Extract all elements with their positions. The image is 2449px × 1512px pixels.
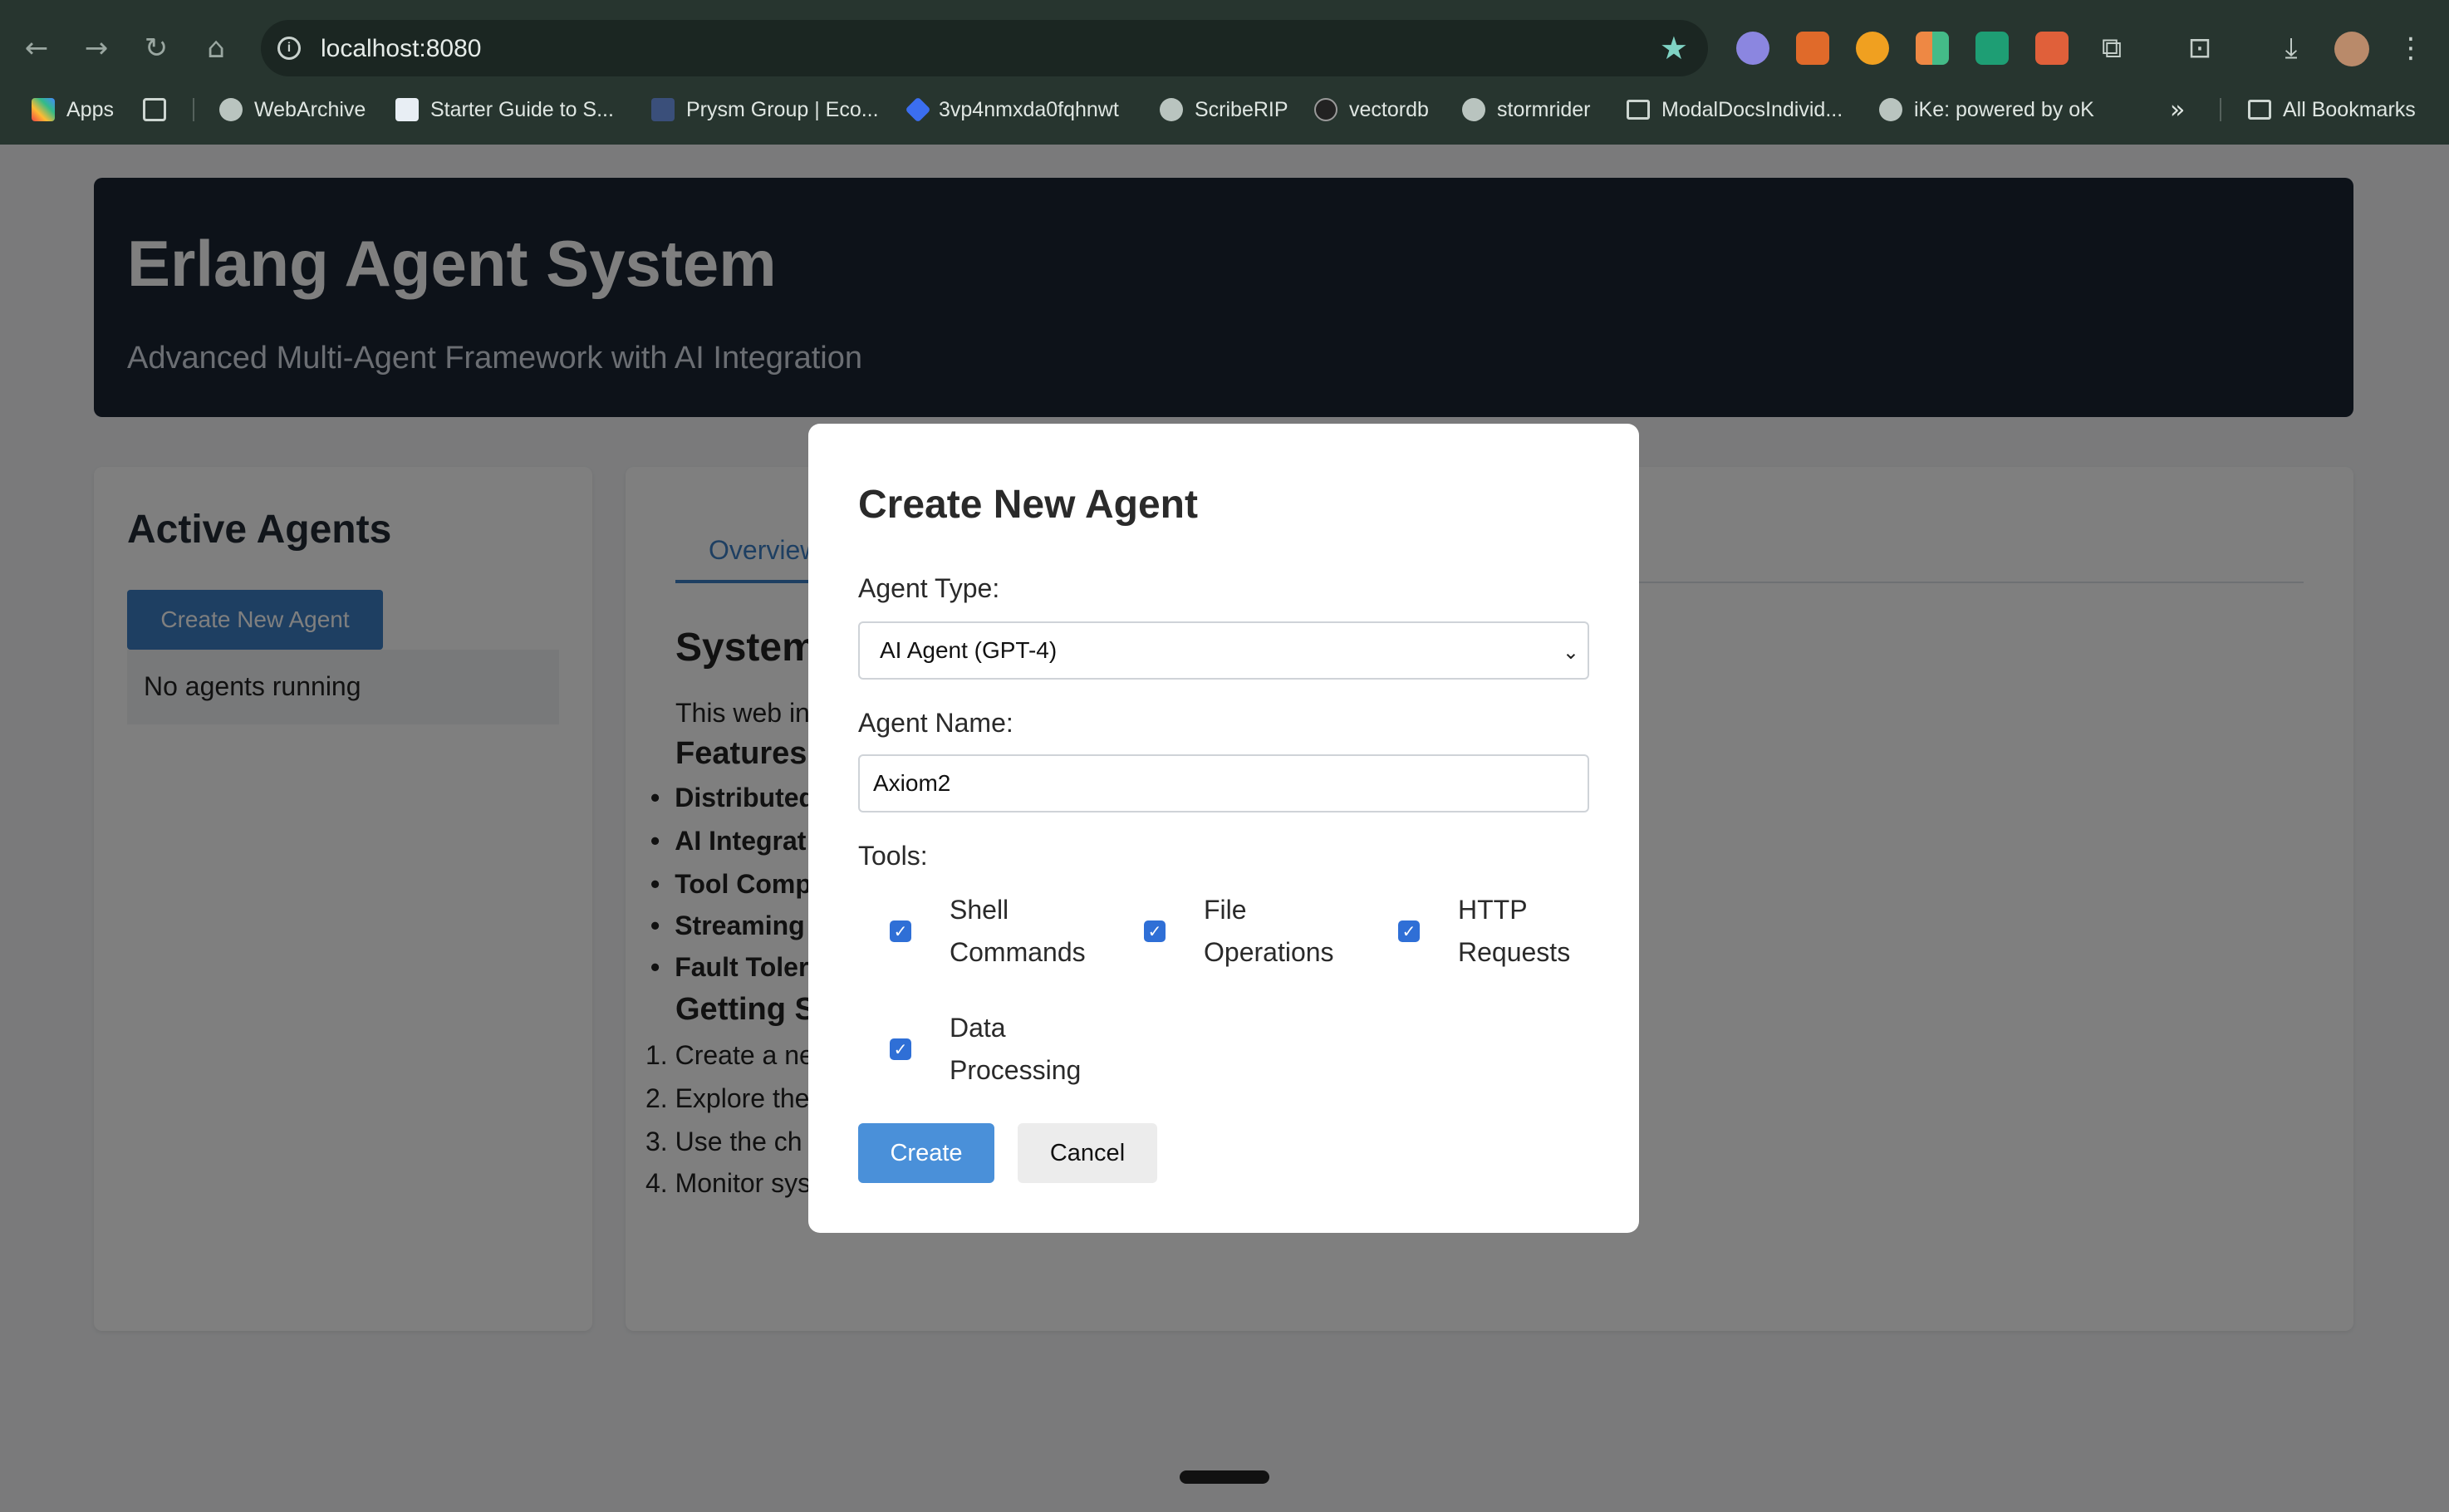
cancel-button[interactable]: Cancel [1018,1123,1157,1183]
tools-label: Tools: [858,841,928,871]
apps-grid-icon [32,98,55,121]
window-resize-handle[interactable] [1180,1470,1269,1484]
bookmark-modaldocs[interactable]: ModalDocsIndivid... [1627,95,1843,125]
bookmark-webarchive[interactable]: WebArchive [219,95,366,125]
more-bookmarks-icon[interactable]: » [2170,95,2185,125]
reload-icon[interactable]: ↻ [138,30,174,66]
bookmark-prysm-group[interactable]: Prysm Group | Eco... [651,95,879,125]
extension-ghost-icon[interactable] [1736,32,1769,65]
tab-search-icon[interactable]: ⊡ [2182,30,2218,66]
bookmark-star-icon[interactable]: ★ [1660,30,1688,66]
browser-chrome: ← → ↻ ⌂ i localhost:8080 ★ ⧉ ⊡ ⤓ ⋮ Apps [0,0,2449,145]
page-icon [395,98,419,121]
checkbox-checked-icon[interactable]: ✓ [1398,920,1420,942]
site-info-icon[interactable]: i [277,37,301,60]
forward-icon[interactable]: → [78,30,115,66]
create-button[interactable]: Create [858,1123,994,1183]
chevron-down-icon: ⌄ [1562,641,1579,664]
extension-chat-icon[interactable] [1975,32,2009,65]
folder-icon [2248,100,2271,120]
globe-icon [1160,98,1183,121]
tool-http-requests[interactable]: ✓ HTTP Requests [1398,889,1583,974]
bookmark-starter-guide[interactable]: Starter Guide to S... [395,95,614,125]
tab-groups-icon[interactable] [143,95,166,125]
address-bar[interactable]: i localhost:8080 ★ [261,20,1708,76]
checkbox-checked-icon[interactable]: ✓ [890,1038,911,1060]
diamond-icon [905,96,931,123]
bookmark-apps[interactable]: Apps [32,95,114,125]
browser-toolbar: ← → ↻ ⌂ i localhost:8080 ★ ⧉ ⊡ ⤓ ⋮ [0,18,2449,78]
menu-kebab-icon[interactable]: ⋮ [2393,30,2429,66]
checkbox-checked-icon[interactable]: ✓ [1144,920,1166,942]
agent-type-select[interactable]: AI Agent (GPT-4) ⌄ [858,621,1589,680]
tool-label: Data Processing [950,1013,1082,1085]
bookmark-stormrider[interactable]: stormrider [1462,95,1591,125]
agent-type-label: Agent Type: [858,573,1000,603]
tool-label: File Operations [1204,895,1334,967]
home-icon[interactable]: ⌂ [198,30,234,66]
agent-name-label: Agent Name: [858,708,1013,738]
globe-icon [219,98,243,121]
bookmark-all-bookmarks[interactable]: All Bookmarks [2248,95,2416,125]
bookmark-scriberip[interactable]: ScribeRIP [1160,95,1288,125]
bookmark-3vp4[interactable]: 3vp4nmxda0fqhnwt [905,95,1119,125]
checkbox-checked-icon[interactable]: ✓ [890,920,911,942]
url-text[interactable]: localhost:8080 [321,35,481,63]
profile-avatar[interactable] [2334,32,2369,66]
agent-type-value: AI Agent (GPT-4) [880,637,1058,663]
tool-label: Shell Commands [950,895,1086,967]
extension-fox-icon[interactable] [1796,32,1829,65]
agent-name-input[interactable] [858,754,1589,812]
globe-icon [1879,98,1902,121]
tool-data-processing[interactable]: ✓ Data Processing [890,1007,1107,1092]
bookmark-ike[interactable]: iKe: powered by oK [1879,95,2094,125]
back-icon[interactable]: ← [18,30,55,66]
tool-label: HTTP Requests [1458,895,1571,967]
download-icon[interactable]: ⤓ [2273,30,2309,66]
folder-icon [1627,100,1650,120]
extension-grid-icon[interactable] [1916,32,1949,65]
modal-title: Create New Agent [858,483,1198,527]
cube-icon [651,98,675,121]
extension-bolt-icon[interactable] [2035,32,2069,65]
bookmark-divider [193,98,194,121]
bookmark-vectordb[interactable]: vectordb [1314,95,1429,125]
create-agent-modal: Create New Agent Agent Type: AI Agent (G… [808,424,1639,1233]
tool-file-operations[interactable]: ✓ File Operations [1144,889,1362,974]
bookmarks-bar: Apps WebArchive Starter Guide to S... Pr… [0,88,2449,131]
globe-icon [1462,98,1485,121]
bookmark-divider [2220,98,2221,121]
github-icon [1314,98,1337,121]
extension-coin-icon[interactable] [1856,32,1889,65]
extensions-puzzle-icon[interactable]: ⧉ [2093,30,2130,66]
tool-shell-commands[interactable]: ✓ Shell Commands [890,889,1107,974]
